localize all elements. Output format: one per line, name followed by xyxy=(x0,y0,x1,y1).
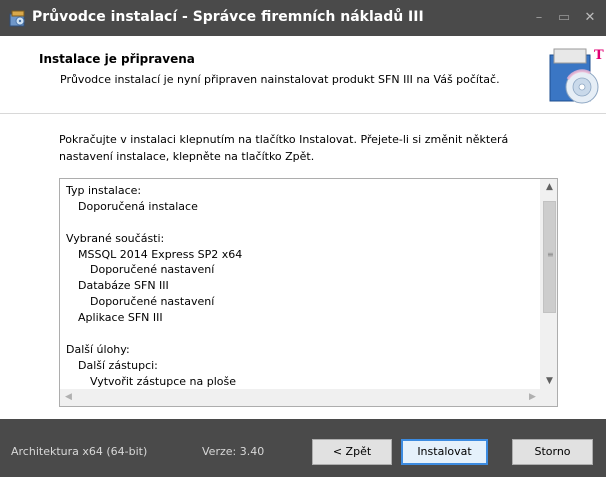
summary-lines: Typ instalace: Doporučená instalace Vybr… xyxy=(66,183,536,390)
instructions-line-2: nastavení instalace, klepněte na tlačítk… xyxy=(59,150,315,163)
wizard-header: Instalace je připravena Průvodce instala… xyxy=(0,36,606,114)
scroll-up-icon[interactable]: ▲ xyxy=(541,179,557,196)
page-subtitle: Průvodce instalací je nyní připraven nai… xyxy=(60,73,500,86)
scroll-right-icon[interactable]: ▶ xyxy=(524,389,541,406)
summary-line: Vytvořit zástupce na ploše xyxy=(90,374,236,388)
vertical-scrollbar[interactable]: ▲ ≡ ▼ xyxy=(540,179,557,390)
instructions-line-1: Pokračujte v instalaci klepnutím na tlač… xyxy=(59,133,509,146)
installer-icon xyxy=(9,10,25,27)
scroll-down-icon[interactable]: ▼ xyxy=(541,373,557,390)
back-button[interactable]: < Zpět xyxy=(312,439,392,465)
scrollbar-corner xyxy=(540,389,557,406)
install-summary-memo[interactable]: Typ instalace: Doporučená instalace Vybr… xyxy=(59,178,558,407)
summary-line: Aplikace SFN III xyxy=(78,311,163,325)
cancel-button[interactable]: Storno xyxy=(512,439,593,465)
summary-line: Další úlohy: xyxy=(66,342,130,356)
summary-line: Další zástupci: xyxy=(78,358,158,372)
version-label: Verze: 3.40 xyxy=(202,445,265,458)
summary-line: Doporučené nastavení xyxy=(90,295,215,309)
summary-line xyxy=(66,326,536,342)
summary-line: Vybrané součásti: xyxy=(66,231,165,245)
wizard-footer: Architektura x64 (64-bit) Verze: 3.40 < … xyxy=(0,419,606,477)
architecture-label: Architektura x64 (64-bit) xyxy=(11,445,148,458)
title-bar[interactable]: Průvodce instalací - Správce firemních n… xyxy=(0,0,606,36)
summary-line xyxy=(66,215,536,231)
telekom-cd-logo: T xyxy=(549,48,604,104)
grip-icon: ≡ xyxy=(547,250,554,259)
summary-line: Doporučená instalace xyxy=(78,199,198,213)
horizontal-scrollbar[interactable]: ◀ ▶ xyxy=(60,389,541,406)
close-icon[interactable]: ✕ xyxy=(579,9,601,27)
summary-line: Typ instalace: xyxy=(66,184,142,197)
scroll-thumb[interactable]: ≡ xyxy=(543,201,556,313)
window-title: Průvodce instalací - Správce firemních n… xyxy=(32,9,424,25)
install-button[interactable]: Instalovat xyxy=(401,439,488,465)
page-title: Instalace je připravena xyxy=(39,52,195,66)
scroll-left-icon[interactable]: ◀ xyxy=(60,389,77,406)
minimize-icon[interactable]: – xyxy=(528,9,550,27)
instructions-text: Pokračujte v instalaci klepnutím na tlač… xyxy=(59,131,559,165)
summary-line: MSSQL 2014 Express SP2 x64 xyxy=(78,247,243,261)
brand-letter: T xyxy=(594,48,604,63)
summary-line: Databáze SFN III xyxy=(78,279,169,293)
summary-line: Doporučené nastavení xyxy=(90,263,215,277)
wizard-content: Pokračujte v instalaci klepnutím na tlač… xyxy=(0,115,606,417)
maximize-icon[interactable]: ▭ xyxy=(553,9,575,27)
